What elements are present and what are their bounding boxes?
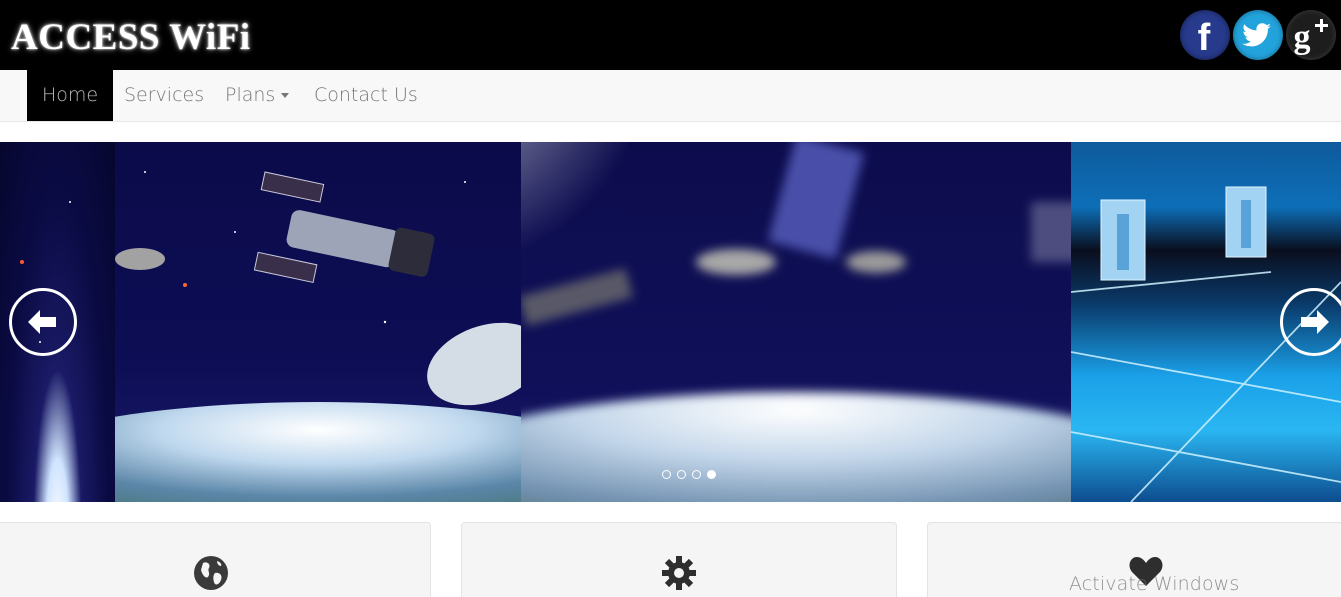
carousel-indicator[interactable]: [662, 470, 671, 479]
svg-text:g: g: [1294, 19, 1311, 56]
activate-windows-watermark: Activate Windows: [1069, 573, 1240, 595]
svg-text:f: f: [1198, 17, 1211, 59]
main-navbar: Home Services Plans Contact Us: [0, 70, 1341, 122]
nav-plans-dropdown[interactable]: Plans: [210, 70, 304, 121]
nav-home-label: Home: [42, 84, 99, 106]
gear-icon: [661, 555, 697, 591]
nav-services-label: Services: [124, 84, 205, 106]
carousel-slide-blurred-satellites: [521, 142, 1071, 502]
nav-home[interactable]: Home: [27, 70, 114, 121]
carousel-next-button[interactable]: [1280, 288, 1341, 356]
nav-contact[interactable]: Contact Us: [299, 70, 433, 121]
site-header: ACCESS WiFi f g: [0, 0, 1341, 70]
feature-card-settings: [461, 522, 897, 597]
caret-down-icon: [281, 93, 290, 98]
nav-services[interactable]: Services: [109, 70, 219, 121]
feature-card-globe: [0, 522, 431, 597]
google-plus-icon: g: [1294, 19, 1328, 56]
carousel-indicator[interactable]: [692, 470, 701, 479]
carousel-indicator[interactable]: [677, 470, 686, 479]
facebook-icon: f: [1198, 17, 1211, 59]
brand-logo[interactable]: ACCESS WiFi: [11, 18, 251, 58]
arrow-right-icon: [1301, 310, 1329, 334]
globe-icon: [193, 555, 229, 591]
carousel-slide-satellites: [115, 142, 521, 502]
carousel-indicators: [662, 470, 716, 479]
carousel-prev-button[interactable]: [9, 288, 77, 356]
twitter-icon: [1242, 23, 1271, 47]
carousel-indicator-active[interactable]: [707, 470, 716, 479]
arrow-left-icon: [28, 310, 56, 334]
satellite-image: [115, 171, 521, 502]
nav-plans-label: Plans: [225, 84, 276, 106]
blurred-satellite-image: [521, 142, 1071, 502]
nav-contact-label: Contact Us: [314, 84, 418, 106]
facebook-button[interactable]: f: [1180, 10, 1230, 60]
image-carousel[interactable]: [0, 142, 1341, 502]
google-plus-button[interactable]: g: [1286, 10, 1336, 60]
twitter-button[interactable]: [1233, 10, 1283, 60]
